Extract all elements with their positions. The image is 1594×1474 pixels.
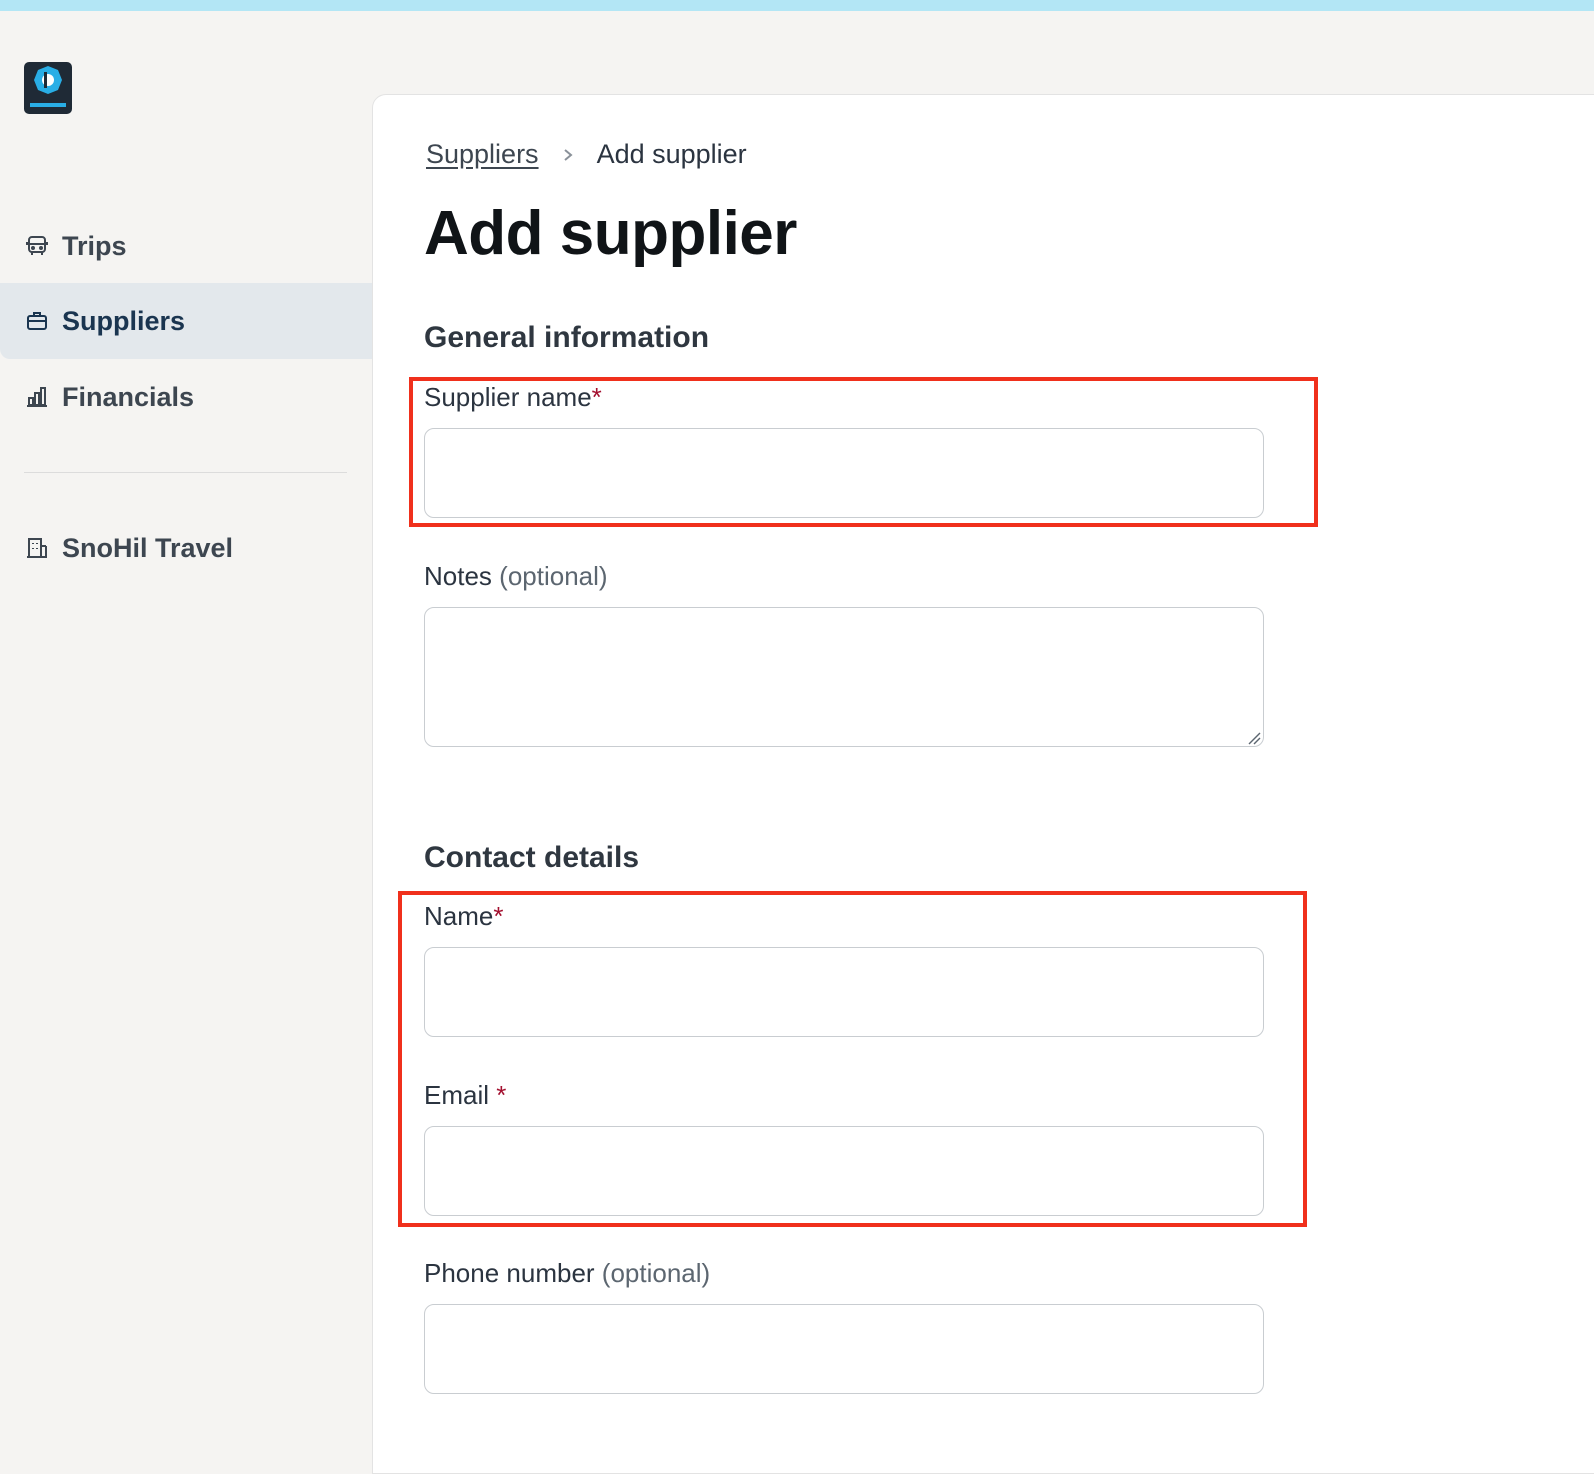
- email-input[interactable]: [424, 1126, 1264, 1216]
- sidebar-item-label: Suppliers: [62, 305, 186, 336]
- sidebar-item-financials[interactable]: Financials: [0, 359, 372, 435]
- app-logo[interactable]: [24, 62, 72, 114]
- notes-textarea[interactable]: [424, 607, 1264, 747]
- bus-icon: [24, 233, 50, 259]
- sidebar-item-organization[interactable]: SnoHil Travel: [0, 510, 372, 586]
- chevron-right-icon: [561, 148, 575, 162]
- sidebar-item-suppliers[interactable]: Suppliers: [0, 283, 372, 359]
- supplier-name-input[interactable]: [424, 428, 1264, 518]
- organization-name: SnoHil Travel: [62, 532, 234, 563]
- resize-handle-icon[interactable]: [1247, 731, 1261, 745]
- sidebar: Trips Suppliers Financials SnoHil Travel: [0, 11, 372, 1444]
- phone-input[interactable]: [424, 1304, 1264, 1394]
- email-label: Email *: [424, 1080, 507, 1110]
- breadcrumb-current: Add supplier: [596, 139, 747, 169]
- breadcrumb-suppliers-link[interactable]: Suppliers: [426, 139, 539, 170]
- contact-name-label: Name*: [424, 901, 504, 931]
- logo-icon: [30, 66, 66, 107]
- breadcrumb: Suppliers Add supplier: [426, 139, 747, 170]
- sidebar-item-trips[interactable]: Trips: [0, 208, 372, 284]
- briefcase-icon: [24, 308, 50, 334]
- section-title-general: General information: [424, 321, 710, 354]
- required-marker: *: [493, 901, 504, 931]
- sidebar-divider: [24, 472, 347, 473]
- top-accent-strip: [0, 0, 1594, 11]
- supplier-name-label: Supplier name*: [424, 382, 602, 412]
- notes-label: Notes (optional): [424, 561, 608, 591]
- bar-chart-icon: [24, 384, 50, 410]
- building-icon: [24, 535, 50, 561]
- required-marker: *: [496, 1080, 507, 1110]
- page-title: Add supplier: [424, 199, 797, 268]
- contact-name-input[interactable]: [424, 947, 1264, 1037]
- required-marker: *: [591, 382, 602, 412]
- section-title-contact: Contact details: [424, 841, 640, 874]
- sidebar-item-label: Financials: [62, 381, 195, 412]
- main-panel: Suppliers Add supplier Add supplier Gene…: [372, 94, 1594, 1474]
- sidebar-item-label: Trips: [62, 230, 127, 261]
- phone-label: Phone number (optional): [424, 1258, 711, 1288]
